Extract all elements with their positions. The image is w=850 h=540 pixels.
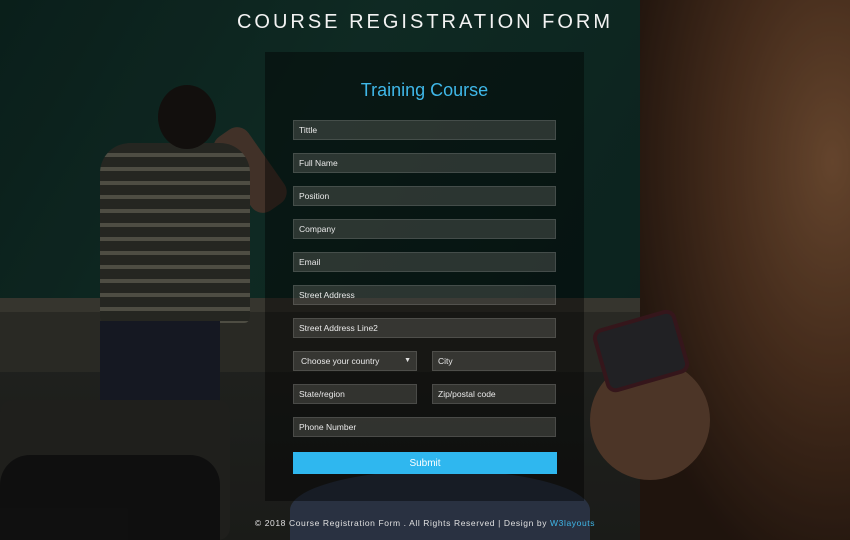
street-address-2-input[interactable]: Street Address Line2 xyxy=(293,318,556,338)
position-input[interactable]: Position xyxy=(293,186,556,206)
street-address-placeholder: Street Address xyxy=(299,290,355,300)
phone-placeholder: Phone Number xyxy=(299,422,357,432)
street-address-input[interactable]: Street Address xyxy=(293,285,556,305)
full-name-placeholder: Full Name xyxy=(299,158,338,168)
state-placeholder: State/region xyxy=(299,389,345,399)
full-name-input[interactable]: Full Name xyxy=(293,153,556,173)
phone-input[interactable]: Phone Number xyxy=(293,417,556,437)
registration-form: Training Course Tittle Full Name Positio… xyxy=(265,52,584,501)
country-select[interactable]: Choose your country ▼ xyxy=(293,351,417,371)
state-input[interactable]: State/region xyxy=(293,384,417,404)
footer-text: © 2018 Course Registration Form . All Ri… xyxy=(254,518,551,528)
email-input[interactable]: Email xyxy=(293,252,556,272)
country-selected: Choose your country xyxy=(301,356,380,366)
company-input[interactable]: Company xyxy=(293,219,556,239)
submit-button[interactable]: Submit xyxy=(293,452,557,474)
zip-input[interactable]: Zip/postal code xyxy=(432,384,556,404)
title-input[interactable]: Tittle xyxy=(293,120,556,140)
form-heading: Training Course xyxy=(360,80,489,100)
zip-placeholder: Zip/postal code xyxy=(438,389,496,399)
email-placeholder: Email xyxy=(299,257,321,267)
street-address-2-placeholder: Street Address Line2 xyxy=(299,323,378,333)
title-placeholder: Tittle xyxy=(299,125,318,135)
city-placeholder: City xyxy=(438,356,453,366)
company-placeholder: Company xyxy=(299,224,336,234)
page-title: COURSE REGISTRATION FORM xyxy=(236,11,614,33)
position-placeholder: Position xyxy=(299,191,330,201)
chevron-down-icon: ▼ xyxy=(404,357,411,364)
city-input[interactable]: City xyxy=(432,351,556,371)
footer: © 2018 Course Registration Form . All Ri… xyxy=(0,518,850,528)
footer-link-w3layouts[interactable]: W3layouts xyxy=(550,518,595,528)
